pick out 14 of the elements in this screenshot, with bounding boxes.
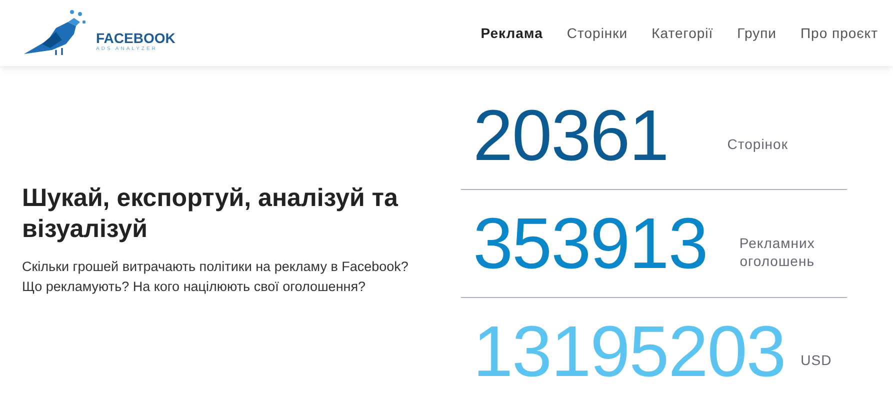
nav-link[interactable]: Сторінки [566,22,628,44]
stat-label: USD [800,351,833,369]
stat-number: 353913 [473,208,708,280]
logo-title: FACEBOOK [96,31,176,45]
stat-number: 13195203 [473,316,786,388]
stat-label: Сторінок [726,134,789,152]
hero-text: Скільки грошей витрачають політики на рекламу в Facebook? Що рекламують? На кого націлюють свої оголошення? [22,258,410,296]
stat-number: 20361 [473,100,668,172]
nav-link[interactable]: Про проєкт [800,22,878,44]
hero-heading: Шукай, експортуй, аналізуй та візуалізуй [22,182,399,244]
nav-link[interactable]: Реклама [480,22,543,44]
stat-label: Рекламних оголошень [738,234,816,270]
nav-link[interactable]: Групи [737,22,776,44]
nav-link[interactable]: Категорії [652,22,714,44]
